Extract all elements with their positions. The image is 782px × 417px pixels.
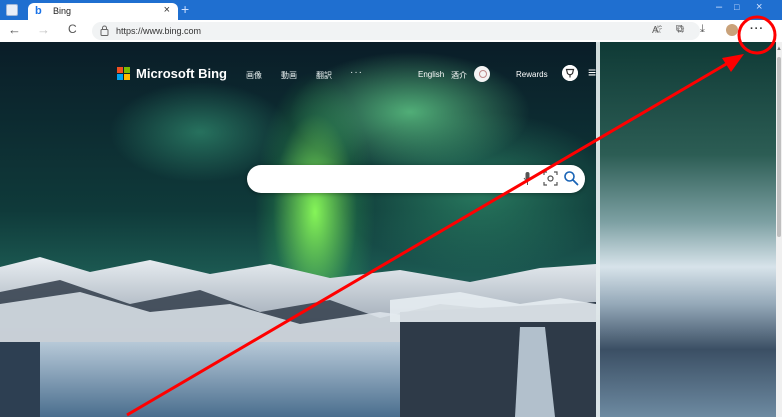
microphone-icon[interactable] xyxy=(523,171,532,187)
scroll-up-icon[interactable]: ▲ xyxy=(776,46,782,52)
new-tab-button[interactable]: + xyxy=(181,1,189,17)
scrollbar-thumb[interactable] xyxy=(777,57,781,237)
tab-title: Bing xyxy=(53,6,72,16)
microsoft-logo-icon[interactable] xyxy=(117,67,131,81)
window-maximize-button[interactable]: □ xyxy=(734,2,739,12)
more-menu-button[interactable]: ··· xyxy=(750,23,764,35)
rewards-trophy-icon[interactable] xyxy=(562,65,578,81)
panel-divider xyxy=(596,42,600,417)
bing-brand[interactable]: Microsoft Bing xyxy=(136,66,227,81)
tab-bing[interactable]: b Bing × xyxy=(28,3,178,20)
background-side-panel xyxy=(596,42,776,417)
download-icon[interactable]: ⤓ xyxy=(700,23,705,36)
bing-homepage: ▲ Microsoft Bing 画像 動画 翻訳 ··· English 酒介… xyxy=(0,42,782,417)
nav-videos[interactable]: 動画 xyxy=(281,70,297,81)
back-button[interactable]: ← xyxy=(8,22,21,37)
address-bar[interactable]: https://www.bing.com Aˆ ☆ xyxy=(92,22,700,40)
background-landscape xyxy=(0,257,596,417)
collections-icon[interactable]: ⧉ xyxy=(676,23,684,36)
tab-actions-icon[interactable] xyxy=(6,4,18,16)
tab-close-icon[interactable]: × xyxy=(164,4,170,16)
lock-icon xyxy=(100,25,109,36)
user-avatar[interactable] xyxy=(474,66,490,82)
tab-bar: b Bing × + – □ × xyxy=(0,0,782,20)
profile-avatar[interactable] xyxy=(726,24,738,36)
user-name[interactable]: 酒介 xyxy=(451,70,467,81)
bing-favicon-icon: b xyxy=(35,5,42,17)
nav-translate[interactable]: 翻訳 xyxy=(316,70,332,81)
browser-toolbar: ← → C https://www.bing.com Aˆ ☆ ☆ ⧉ ⤓ ··… xyxy=(0,20,782,42)
visual-search-icon[interactable] xyxy=(543,171,558,186)
rewards-link[interactable]: Rewards xyxy=(516,70,548,79)
url-text[interactable]: https://www.bing.com xyxy=(116,26,201,36)
window-close-button[interactable]: × xyxy=(756,1,762,13)
window-minimize-button[interactable]: – xyxy=(716,1,722,13)
favorites-icon[interactable]: ☆ xyxy=(653,23,663,36)
refresh-button[interactable]: C xyxy=(68,22,77,36)
search-icon[interactable] xyxy=(563,170,579,186)
browser-window: b Bing × + – □ × ← → C https://www.bing.… xyxy=(0,0,782,417)
hamburger-menu-icon[interactable]: ≡ xyxy=(588,64,596,80)
nav-images[interactable]: 画像 xyxy=(246,70,262,81)
language-link[interactable]: English xyxy=(418,70,444,79)
nav-more-button[interactable]: ··· xyxy=(350,67,363,78)
search-box[interactable] xyxy=(247,165,585,193)
forward-button[interactable]: → xyxy=(37,22,50,37)
